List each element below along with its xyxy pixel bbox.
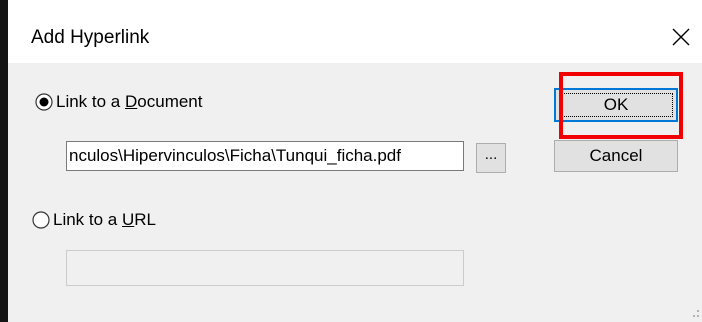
document-path-field[interactable]: nculos\Hipervinculos\Ficha\Tunqui_ficha.… bbox=[66, 141, 464, 171]
ok-highlight-annotation bbox=[559, 72, 683, 139]
close-icon[interactable] bbox=[669, 25, 693, 49]
url-input[interactable] bbox=[66, 250, 464, 286]
title-bar: Add Hyperlink bbox=[8, 0, 702, 63]
add-hyperlink-dialog: Add Hyperlink Link to a Document nculos\… bbox=[8, 0, 702, 322]
browse-button[interactable]: ... bbox=[476, 143, 506, 173]
document-radio[interactable] bbox=[35, 93, 53, 111]
url-radio-label[interactable]: Link to a URL bbox=[53, 209, 156, 231]
resize-grip-icon[interactable] bbox=[688, 307, 700, 319]
document-radio-label[interactable]: Link to a Document bbox=[56, 91, 202, 113]
document-path-value: nculos\Hipervinculos\Ficha\Tunqui_ficha.… bbox=[69, 146, 401, 165]
dialog-title: Add Hyperlink bbox=[31, 27, 150, 48]
background-window-edge bbox=[0, 0, 8, 322]
cancel-button[interactable]: Cancel bbox=[554, 140, 678, 172]
url-radio[interactable] bbox=[32, 211, 50, 229]
